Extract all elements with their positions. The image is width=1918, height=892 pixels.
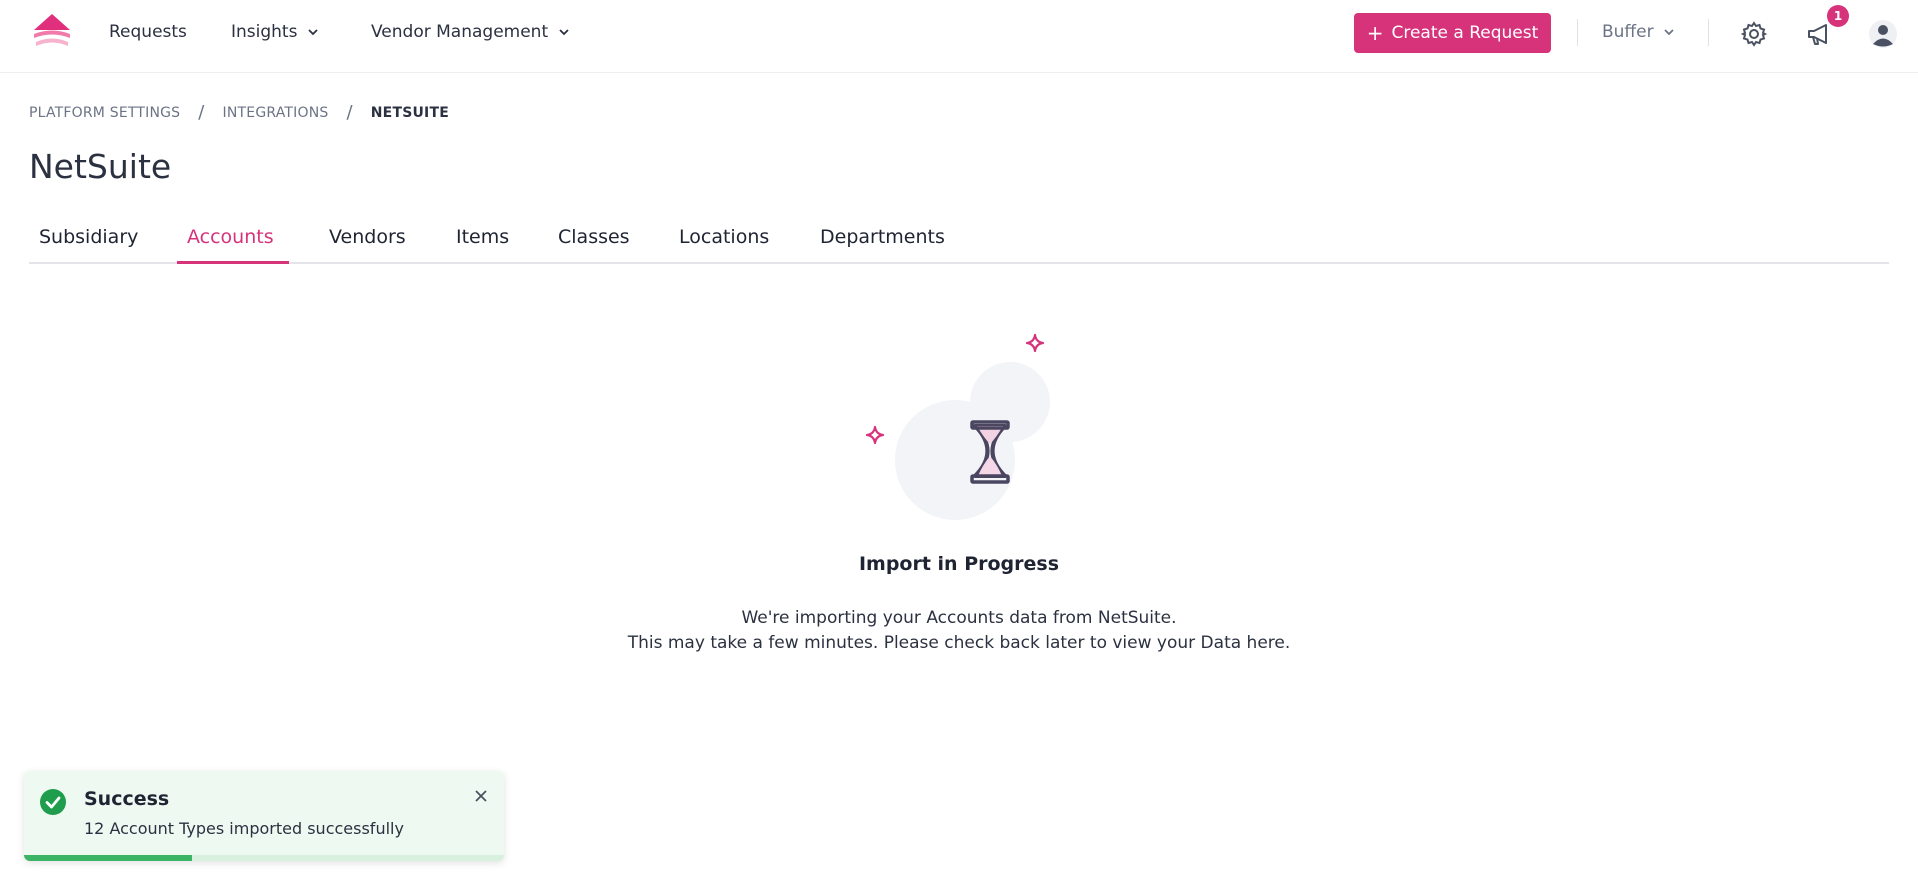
page-title: NetSuite [29,147,172,186]
top-nav-bar: Requests Insights Vendor Management + Cr… [0,0,1918,73]
nav-requests-label: Requests [109,22,187,42]
nav-insights-label: Insights [231,22,298,42]
breadcrumb-current: NETSUITE [370,104,449,121]
org-switcher-label: Buffer [1602,22,1654,42]
active-tab-indicator [177,261,289,264]
gear-icon[interactable] [1739,19,1769,49]
empty-state-title: Import in Progress [858,553,1060,575]
divider [1708,19,1709,46]
nav-vendor-management[interactable]: Vendor Management [371,22,570,42]
hourglass-icon [865,333,1050,520]
chevron-down-icon [559,29,569,36]
close-icon[interactable] [470,785,492,807]
logo-icon[interactable] [32,14,72,52]
breadcrumb-separator: / [198,102,205,123]
breadcrumb-separator: / [346,102,353,123]
breadcrumb-platform-settings[interactable]: PLATFORM SETTINGS [29,105,180,121]
nav-vendor-management-label: Vendor Management [371,22,549,42]
breadcrumb: PLATFORM SETTINGS / INTEGRATIONS / NETSU… [29,102,449,123]
divider [1577,19,1578,46]
org-switcher[interactable]: Buffer [1602,22,1675,42]
success-toast: Success 12 Account Types imported succes… [24,771,504,861]
create-request-label: Create a Request [1391,23,1539,43]
toast-progress-track [24,855,504,861]
tab-locations[interactable]: Locations [679,226,769,260]
user-icon[interactable] [1868,19,1898,49]
notification-badge: 1 [1827,5,1849,27]
nav-requests[interactable]: Requests [109,22,187,42]
toast-progress-bar [24,855,192,861]
create-request-button[interactable]: + Create a Request [1354,13,1551,53]
tab-accounts[interactable]: Accounts [187,226,274,260]
empty-state-description-line1: We're importing your Accounts data from … [741,608,1177,628]
toast-title: Success [84,788,170,810]
tab-vendors[interactable]: Vendors [329,226,406,260]
check-circle-icon [40,789,66,815]
chevron-down-icon [1663,29,1674,36]
breadcrumb-integrations[interactable]: INTEGRATIONS [223,105,329,121]
tab-items[interactable]: Items [456,226,509,260]
tab-departments[interactable]: Departments [820,226,945,260]
empty-state-description-line2: This may take a few minutes. Please chec… [627,633,1291,653]
chevron-down-icon [308,29,319,36]
nav-insights[interactable]: Insights [231,22,319,42]
tab-bar: Subsidiary Accounts Vendors Items Classe… [29,218,1889,264]
tab-classes[interactable]: Classes [558,226,630,260]
toast-message: 12 Account Types imported successfully [84,819,404,838]
plus-icon: + [1366,21,1384,45]
tab-subsidiary[interactable]: Subsidiary [39,226,138,260]
